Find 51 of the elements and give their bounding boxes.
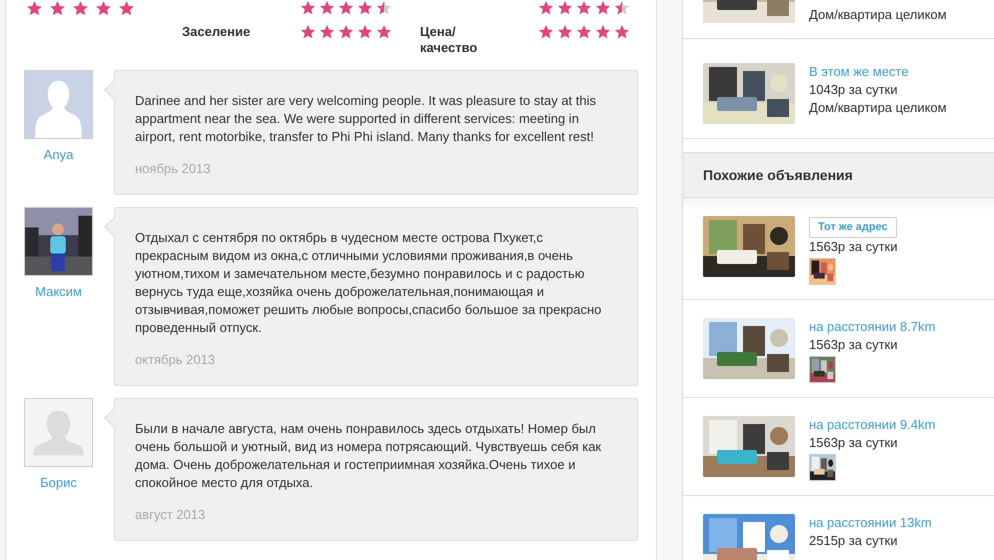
review-date: октябрь 2013 (135, 351, 216, 369)
review-date: ноябрь 2013 (135, 160, 210, 178)
star-icon (118, 0, 135, 17)
star-icon (557, 0, 573, 16)
star-icon (319, 0, 335, 16)
star-icon (376, 24, 392, 40)
address-tag: Тот же адрес (809, 217, 897, 238)
star-icon (576, 24, 592, 40)
author-link[interactable]: Борис (40, 473, 77, 492)
star-icon (357, 24, 373, 40)
star-icon (72, 0, 89, 17)
rating-label: Цена/ качество (420, 24, 478, 56)
star-icon (95, 0, 112, 17)
star-icon (319, 24, 335, 40)
star-icon (614, 24, 630, 40)
star-icon (49, 0, 66, 17)
star-icon (557, 24, 573, 40)
star-icon (338, 0, 354, 16)
price-text: 1043р за сутки (809, 81, 898, 99)
star-icon (338, 24, 354, 40)
price-text: 1563р за сутки (809, 434, 898, 452)
listing-type: Дом/квартира целиком (809, 6, 947, 24)
star-icon (614, 0, 630, 16)
star-icon (538, 0, 554, 16)
listing-link[interactable]: В этом же месте (809, 63, 947, 81)
star-icon (595, 24, 611, 40)
review-date: август 2013 (135, 506, 206, 524)
listing-link[interactable]: на расстоянии 8.7km (809, 318, 936, 336)
star-icon (357, 0, 373, 16)
listing-link[interactable]: на расстоянии 9.4km (809, 416, 936, 434)
listing-type: Дом/квартира целиком (809, 99, 947, 117)
review-text: Отдыхал с сентября по октябрь в чудесном месте острова Пхукет,с прекрасным видом из окна,с отличными условиями проживания,в очень уютном,тихом и замечательном месте,безумно понравилось и с радостью вернусь туда еще,хозяйка очень доброжелательная,понимающая и отзывчивая,поможет решить любые вопросы,спасибо большое за прекрасно проведенный отпуск. (135, 229, 602, 337)
review-text: Darinee and her sister are very welcoming people. It was pleasure to stay at this appartment near the sea. We were supported in different services: meeting in airport, rent motorbike, transfer to Phi Phi island. Many thanks for excellent rest! (135, 92, 598, 146)
author-link[interactable]: Максим (35, 282, 82, 302)
star-icon (26, 0, 43, 17)
star-icon (576, 0, 592, 16)
price-text: 1563р за сутки (809, 336, 898, 354)
price-text: 1563р за сутки (809, 238, 898, 256)
author-link[interactable]: Anya (44, 145, 74, 164)
star-icon (376, 0, 392, 16)
listing-link[interactable]: на расстоянии 13km (809, 514, 932, 532)
review-text: Были в начале августа, нам очень понравилось здесь отдыхать! Номер был очень большой и уютный, вид из номера потрясающий. Чувствуешь себя как дома. Очень доброжелательная и гостеприимная хозяйка.Очень тихое и спокойное место для отдыха. (135, 420, 602, 492)
star-icon (595, 0, 611, 16)
avatar-silhouette (24, 398, 93, 467)
rating-label: Заселение (182, 24, 252, 41)
star-icon (300, 24, 316, 40)
star-icon (300, 0, 316, 16)
star-icon (538, 24, 554, 40)
section-header: Похожие объявления (683, 152, 994, 198)
price-text: 2515р за сутки (809, 532, 898, 550)
avatar-silhouette (24, 70, 93, 139)
